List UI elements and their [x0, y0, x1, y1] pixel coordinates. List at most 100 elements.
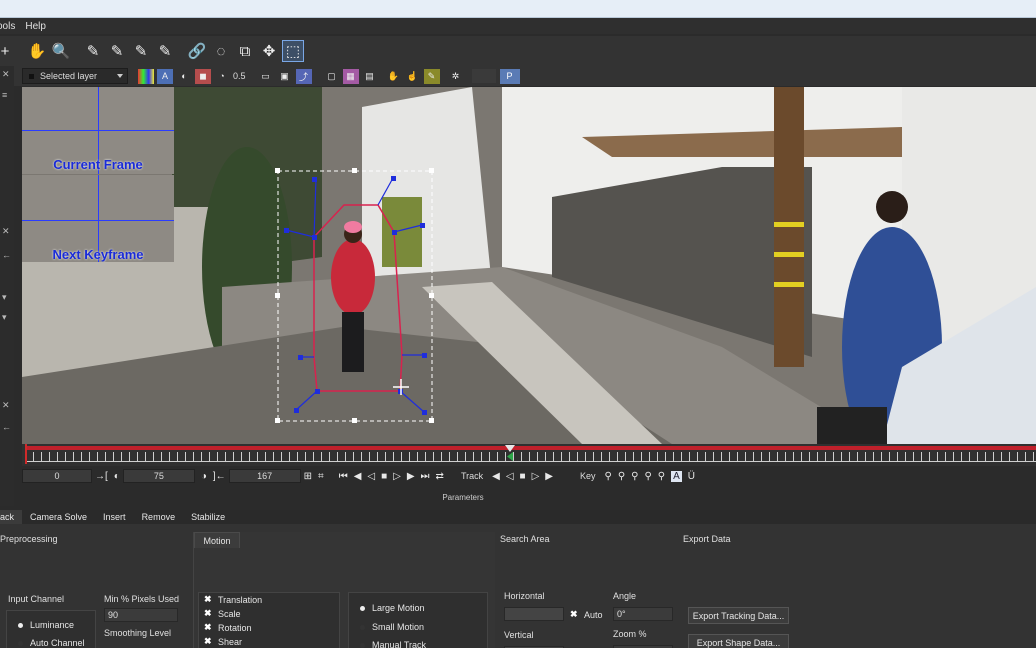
alpha-icon[interactable]: A: [157, 68, 173, 84]
grid-toggle-icon[interactable]: ⌗: [318, 471, 324, 482]
menu-help[interactable]: Help: [25, 21, 56, 32]
key-lock-icon[interactable]: Ü: [688, 471, 695, 482]
zoom-icon[interactable]: 🔍: [50, 40, 72, 62]
start-frame-field[interactable]: 0: [22, 469, 92, 483]
key-right-icon[interactable]: ◑: [201, 471, 207, 482]
hand-small-icon[interactable]: ✋: [386, 69, 402, 84]
layer-select[interactable]: Selected layer: [22, 68, 128, 84]
move-icon[interactable]: ✥: [258, 40, 280, 62]
channel-auto[interactable]: Auto Channel: [18, 638, 85, 648]
go-start-icon[interactable]: ⏮: [339, 471, 348, 482]
magnifier-next-label: Next Keyframe: [52, 247, 144, 262]
angle-label: Angle: [613, 591, 637, 601]
check-x-icon: ✖: [204, 622, 212, 632]
lasso-icon[interactable]: ◌: [210, 40, 232, 62]
tab-remove[interactable]: Remove: [134, 510, 184, 524]
p-button[interactable]: P: [499, 68, 520, 84]
key-next-icon[interactable]: ⚲: [631, 471, 638, 482]
mode-manual-track[interactable]: Manual Track: [360, 640, 426, 648]
monitor-icon[interactable]: ▭: [258, 69, 274, 84]
arrow-left-icon[interactable]: ←: [2, 250, 12, 260]
key-add-icon[interactable]: ⚲: [618, 471, 625, 482]
loop-icon[interactable]: ⇄: [436, 471, 444, 482]
key-left-icon[interactable]: ◐: [114, 471, 120, 482]
motion-rotation[interactable]: ✖ Rotation: [204, 622, 252, 633]
chevron-down-icon[interactable]: ▾: [2, 312, 12, 322]
fit-icon[interactable]: ⊞: [304, 471, 312, 482]
horizontal-input[interactable]: [504, 607, 564, 621]
angle-input[interactable]: 0°: [613, 607, 673, 621]
video-viewer[interactable]: Current Frame Next Keyframe: [22, 87, 1036, 444]
play-back-icon[interactable]: ◁: [367, 471, 375, 482]
spline-icon[interactable]: ⤴: [295, 68, 312, 84]
view-icon[interactable]: ▤: [362, 69, 378, 84]
end-frame-field[interactable]: 167: [228, 469, 301, 483]
go-end-icon[interactable]: ⏭: [421, 471, 430, 482]
matte-icon[interactable]: ◼: [195, 68, 211, 84]
vertical-label: Vertical: [504, 630, 534, 640]
timeline[interactable]: [22, 444, 1036, 466]
tab-stabilize[interactable]: Stabilize: [183, 510, 233, 524]
min-pixels-input[interactable]: 90: [104, 608, 178, 622]
frame-icon[interactable]: ▢: [324, 69, 340, 84]
set-in-icon[interactable]: →[: [95, 471, 108, 482]
current-frame-field[interactable]: 75: [122, 469, 195, 483]
in-point-marker[interactable]: [25, 444, 27, 464]
close-icon[interactable]: ✕: [2, 226, 12, 236]
export-tracking-button[interactable]: Export Tracking Data...: [688, 607, 789, 624]
close-icon[interactable]: ✕: [2, 400, 12, 410]
corner-pin-icon[interactable]: ⧉: [234, 40, 256, 62]
set-out-icon[interactable]: ]←: [213, 471, 226, 482]
brush-icon[interactable]: ✎: [423, 68, 440, 84]
key-clear-icon[interactable]: ⚲: [658, 471, 665, 482]
value-input[interactable]: [471, 69, 496, 83]
track-forward-icon[interactable]: ▶: [545, 471, 553, 482]
hand-icon[interactable]: ✋: [26, 40, 48, 62]
title-bar: [0, 0, 1036, 18]
motion-translation[interactable]: ✖ Translation: [204, 594, 262, 605]
playhead[interactable]: [505, 445, 515, 452]
play-icon[interactable]: ▷: [393, 471, 401, 482]
tab-insert[interactable]: Insert: [95, 510, 134, 524]
arrow-left-icon[interactable]: ←: [2, 422, 12, 432]
key-auto-icon[interactable]: A: [671, 470, 682, 482]
select-surface-icon[interactable]: ⬚: [282, 40, 304, 62]
opacity-icon[interactable]: ◔: [214, 69, 230, 84]
tab-track[interactable]: rack: [0, 510, 23, 524]
step-forward-icon[interactable]: ▶: [407, 471, 415, 482]
track-step-back-icon[interactable]: ◁: [506, 471, 514, 482]
pointer-icon[interactable]: ☝: [405, 69, 421, 84]
link-icon[interactable]: 🔗: [186, 40, 208, 62]
track-step-forward-icon[interactable]: ▷: [532, 471, 540, 482]
menu-tools[interactable]: ools: [0, 21, 25, 32]
add-icon[interactable]: +: [0, 40, 16, 62]
color-bars-icon[interactable]: [138, 68, 154, 84]
overlay-icon[interactable]: ▣: [277, 69, 293, 84]
mode-large-motion[interactable]: Large Motion: [360, 603, 425, 613]
motion-scale[interactable]: ✖ Scale: [204, 608, 241, 619]
pen-x-plus-icon[interactable]: ✎: [106, 40, 128, 62]
motion-shear[interactable]: ✖ Shear: [204, 636, 242, 647]
key-prev-icon[interactable]: ⚲: [604, 471, 611, 482]
motion-tab[interactable]: Motion: [194, 532, 240, 548]
mode-small-motion[interactable]: Small Motion: [360, 622, 424, 632]
settings-icon[interactable]: ✲: [448, 69, 464, 84]
step-back-icon[interactable]: ◀: [354, 471, 362, 482]
chevron-down-icon[interactable]: ▾: [2, 292, 12, 302]
key-remove-icon[interactable]: ⚲: [644, 471, 651, 482]
grid-icon[interactable]: ▦: [342, 68, 359, 84]
list-icon[interactable]: ≡: [2, 90, 12, 100]
track-stop-icon[interactable]: ■: [520, 471, 526, 482]
close-icon[interactable]: ✕: [2, 69, 12, 79]
tab-camera-solve[interactable]: Camera Solve: [22, 510, 95, 524]
pen-x-icon[interactable]: ✎: [82, 40, 104, 62]
pen-b-icon[interactable]: ✎: [130, 40, 152, 62]
export-shape-button[interactable]: Export Shape Data...: [688, 634, 789, 648]
mask-icon[interactable]: ◐: [176, 69, 192, 84]
zoom-label: Zoom %: [613, 629, 647, 639]
track-back-icon[interactable]: ◀: [492, 471, 500, 482]
auto-checkbox[interactable]: ✖ Auto: [570, 609, 603, 620]
channel-luminance[interactable]: Luminance: [18, 620, 74, 630]
pen-b-plus-icon[interactable]: ✎: [154, 40, 176, 62]
stop-icon[interactable]: ■: [381, 471, 387, 482]
